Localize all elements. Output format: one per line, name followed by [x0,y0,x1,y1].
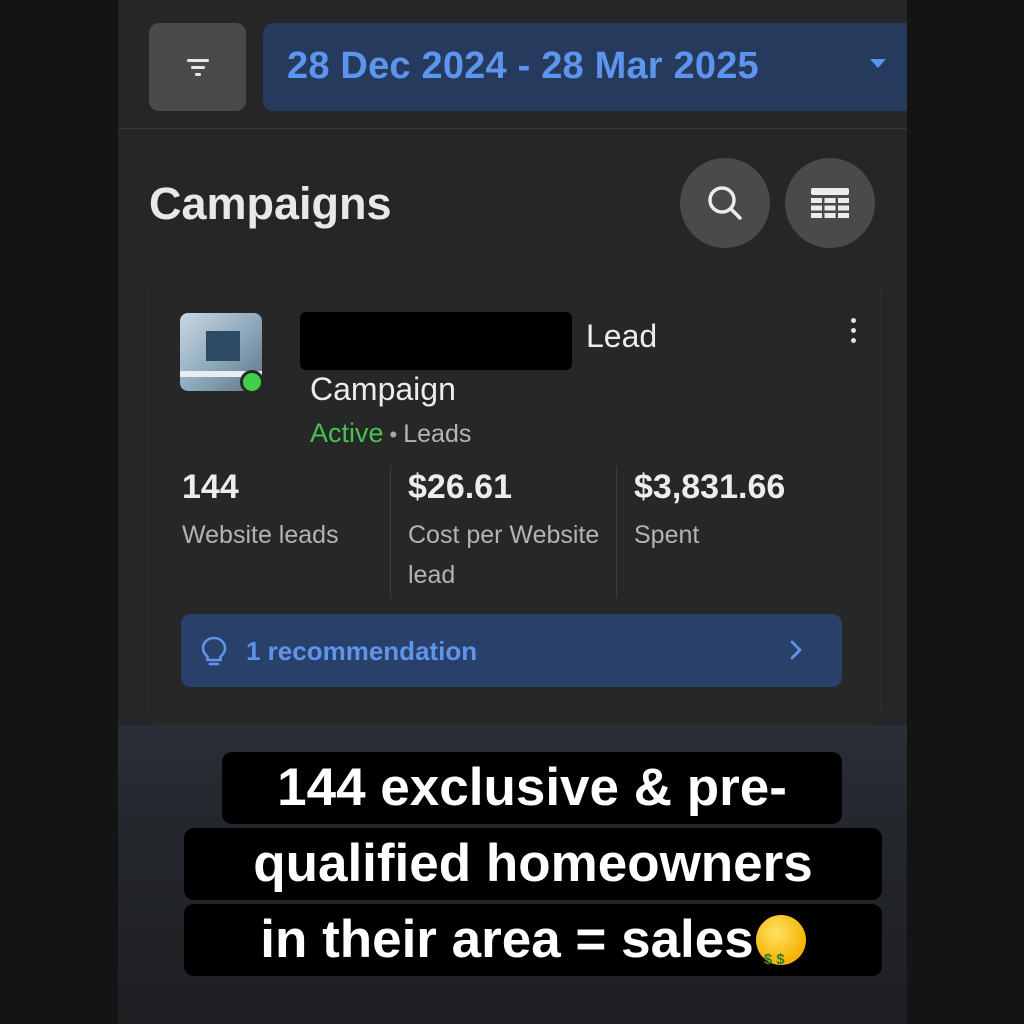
lightbulb-icon [201,636,227,666]
date-range-selector[interactable]: 28 Dec 2024 - 28 Mar 2025 [263,23,907,111]
campaign-status-line: Active • Leads [310,418,471,449]
caret-down-icon [870,59,886,68]
metric-label: Website leads [182,521,339,549]
campaign-objective: Leads [403,420,472,448]
more-vertical-icon [850,317,856,343]
search-icon [708,186,742,220]
campaign-name-line2: Campaign [310,371,456,407]
filter-button[interactable] [149,23,246,111]
metric-cost-per-lead: $26.61 Cost per Website lead [408,468,608,598]
chevron-right-icon [790,640,802,660]
metric-value: 144 [182,468,239,506]
page-title: Campaigns [149,178,392,229]
recommendation-bar[interactable]: 1 recommendation [181,614,842,687]
ads-manager-screen: 28 Dec 2024 - 28 Mar 2025 Campaigns Lead… [118,0,907,1024]
metric-value: $3,831.66 [634,468,786,506]
filter-icon [186,59,209,76]
status-separator: • [389,422,398,447]
search-button[interactable] [680,158,770,248]
metric-divider [616,466,617,598]
campaign-name-suffix: Lead [586,318,658,354]
table-icon [811,188,849,218]
thumbnail-window [206,331,240,361]
table-view-button[interactable] [785,158,875,248]
metric-label: Spent [634,521,700,549]
more-options-button[interactable] [838,310,868,350]
metric-label: Cost per Website lead [408,521,600,589]
top-toolbar: 28 Dec 2024 - 28 Mar 2025 [118,0,907,129]
status-active: Active [310,418,384,448]
metric-website-leads: 144 Website leads [182,468,382,598]
campaign-card[interactable]: Lead Campaign Active • Leads 144 Website l… [148,278,880,723]
redacted-campaign-name [300,312,572,370]
date-range-text: 28 Dec 2024 - 28 Mar 2025 [287,45,759,87]
metric-value: $26.61 [408,468,512,506]
metric-spent: $3,831.66 Spent [634,468,854,598]
recommendation-label: 1 recommendation [246,636,478,666]
metric-divider [390,466,391,598]
lower-background [118,725,907,1024]
active-status-dot [240,370,264,394]
